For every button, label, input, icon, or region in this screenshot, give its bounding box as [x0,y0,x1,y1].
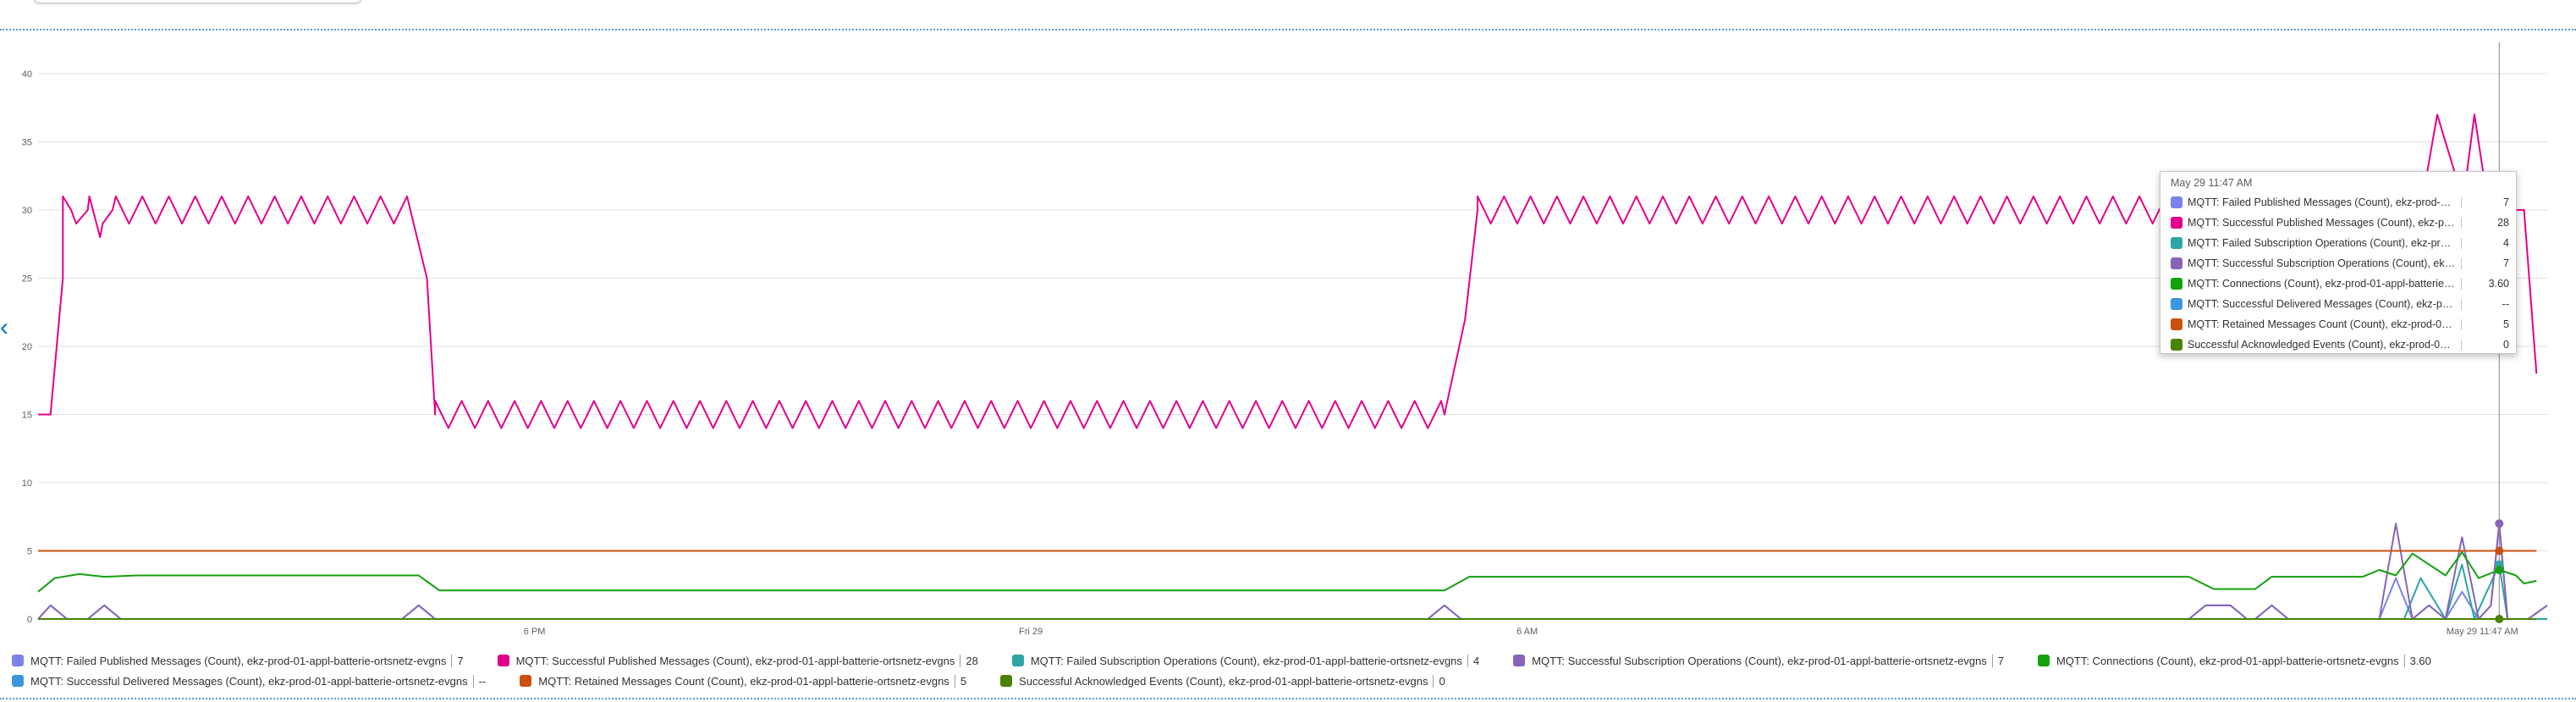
series-line-3[interactable] [37,522,2548,620]
tooltip-swatch [2171,278,2182,290]
legend-label: MQTT: Failed Published Messages (Count),… [30,654,447,667]
y-tick-label: 15 [22,411,32,421]
tooltip-label: MQTT: Connections (Count), ekz-prod-01-a… [2188,278,2457,290]
series-line-2[interactable] [38,563,2547,620]
legend-swatch [1011,655,1024,666]
tooltip-swatch [2171,196,2182,208]
chart-legend: MQTT: Failed Published Messages (Count),… [12,650,2568,691]
tooltip-row: MQTT: Connections (Count), ekz-prod-01-a… [2171,275,2509,292]
y-tick-label: 35 [22,138,32,148]
tooltip-label: MQTT: Successful Delivered Messages (Cou… [2188,298,2457,310]
legend-swatch [12,675,24,687]
series-line-4[interactable] [37,551,2537,593]
tooltip-swatch [2171,298,2182,310]
legend-label: Successful Acknowledged Events (Count), … [1019,674,1428,688]
legend-value: 0 [1433,674,1445,688]
legend-value: -- [472,674,486,688]
tooltip-label: MQTT: Successful Published Messages (Cou… [2188,217,2457,229]
tooltip-label: MQTT: Failed Subscription Operations (Co… [2188,237,2457,249]
legend-value: 5 [954,674,966,688]
tooltip-row: MQTT: Failed Published Messages (Count),… [2171,194,2509,211]
tooltip-label: Successful Acknowledged Events (Count), … [2188,339,2457,351]
cursor-marker [2495,519,2504,528]
y-tick-label: 5 [27,547,32,557]
legend-label: MQTT: Successful Published Messages (Cou… [515,654,955,667]
x-tick-label: Fri 29 [1019,627,1043,637]
legend-value: 7 [1991,654,2004,667]
legend-value: 4 [1467,654,1479,667]
tooltip-row: MQTT: Retained Messages Count (Count), e… [2171,316,2509,333]
legend-swatch [497,655,509,666]
legend-label: MQTT: Connections (Count), ekz-prod-01-a… [2056,654,2399,667]
tooltip-value: 0 [2503,339,2509,351]
tooltip-swatch [2171,339,2182,351]
legend-swatch [1000,675,1013,687]
cursor-marker [2495,566,2504,575]
tooltip-separator [2461,237,2463,249]
tooltip-label: MQTT: Failed Published Messages (Count),… [2188,196,2457,208]
tooltip-value: 7 [2503,257,2509,269]
y-tick-label: 0 [27,615,32,625]
tooltip-row: MQTT: Failed Subscription Operations (Co… [2171,235,2509,252]
y-tick-label: 25 [22,274,32,285]
x-cursor-label: May 29 11:47 AM [2447,627,2518,637]
tooltip-value: 4 [2503,237,2509,249]
tooltip-separator [2461,298,2463,310]
legend-swatch [1513,655,1526,666]
tooltip-row: Successful Acknowledged Events (Count), … [2171,336,2509,353]
tooltip-swatch [2171,217,2182,229]
tooltip-swatch [2171,237,2182,249]
legend-item[interactable]: MQTT: Successful Delivered Messages (Cou… [12,674,486,688]
legend-item[interactable]: MQTT: Retained Messages Count (Count), e… [520,674,966,688]
legend-item[interactable]: MQTT: Connections (Count), ekz-prod-01-a… [2037,654,2431,667]
legend-label: MQTT: Successful Delivered Messages (Cou… [30,674,468,688]
cursor-marker [2495,615,2504,623]
tooltip-separator [2461,278,2463,290]
legend-swatch [2037,655,2050,666]
legend-label: MQTT: Failed Subscription Operations (Co… [1030,654,1462,667]
y-tick-label: 20 [22,342,32,352]
tooltip-separator [2461,339,2463,351]
legend-item[interactable]: MQTT: Failed Subscription Operations (Co… [1011,654,1479,667]
tooltip-swatch [2171,257,2182,269]
tooltip-value: 5 [2503,318,2509,330]
legend-label: MQTT: Successful Subscription Operations… [1532,654,1987,667]
tooltip-separator [2461,318,2463,330]
tooltip-row: MQTT: Successful Published Messages (Cou… [2171,214,2509,231]
tooltip-row: MQTT: Successful Delivered Messages (Cou… [2171,296,2509,312]
y-tick-label: 30 [22,206,32,216]
cursor-marker [2495,546,2504,556]
tooltip-separator [2461,217,2463,229]
tooltip-title: May 29 11:47 AM [2171,177,2253,189]
y-tick-label: 40 [22,69,32,80]
x-tick-label: 6 PM [524,627,546,637]
legend-value: 28 [960,654,978,667]
y-tick-label: 10 [22,478,32,489]
tooltip-label: MQTT: Retained Messages Count (Count), e… [2188,318,2457,330]
tooltip-value: -- [2502,298,2509,310]
tooltip-row: MQTT: Successful Subscription Operations… [2171,255,2509,272]
legend-item[interactable]: MQTT: Successful Subscription Operations… [1513,654,2004,667]
x-tick-label: 6 AM [1516,627,1538,637]
tooltip-label: MQTT: Successful Subscription Operations… [2188,257,2457,269]
legend-value: 3.60 [2403,654,2431,667]
tooltip-value: 3.60 [2488,278,2509,290]
legend-label: MQTT: Retained Messages Count (Count), e… [538,674,949,688]
legend-item[interactable]: MQTT: Successful Published Messages (Cou… [497,654,978,667]
legend-item[interactable]: MQTT: Failed Published Messages (Count),… [12,654,464,667]
legend-value: 7 [451,654,464,667]
legend-swatch [12,655,24,666]
series-line-0[interactable] [37,522,2548,620]
tooltip-swatch [2171,318,2182,330]
legend-swatch [520,675,532,687]
chart-tooltip: May 29 11:47 AM MQTT: Failed Published M… [2160,171,2517,354]
tooltip-value: 28 [2497,217,2509,229]
tooltip-value: 7 [2503,196,2509,208]
legend-item[interactable]: Successful Acknowledged Events (Count), … [1000,674,1445,688]
tooltip-separator [2461,257,2463,269]
bottom-divider [0,698,2576,699]
tooltip-separator [2461,196,2463,208]
